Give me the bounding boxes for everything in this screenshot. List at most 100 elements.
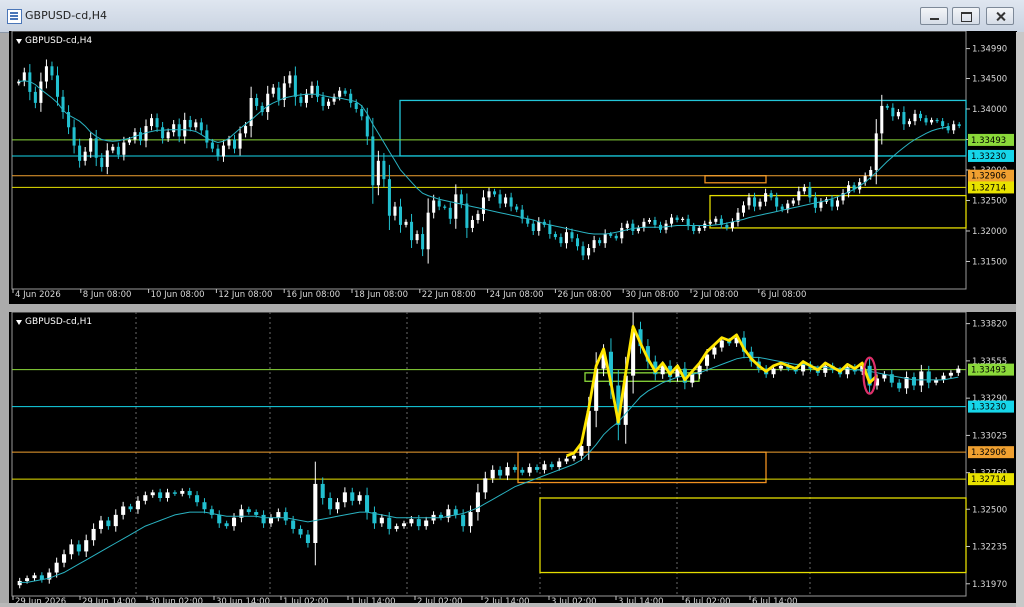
x-tick-label: 12 Jun 08:00 <box>218 290 272 300</box>
candle-body <box>188 119 192 128</box>
candle-body <box>127 139 131 143</box>
candle-body <box>98 520 104 529</box>
plot-frame <box>11 312 967 597</box>
candle-body <box>113 514 118 527</box>
candle-body <box>919 371 924 386</box>
candle-body <box>371 136 375 186</box>
candle-body <box>343 90 347 94</box>
candle-body <box>791 200 795 204</box>
candle-body <box>780 206 784 210</box>
orange-line-badge-label: 1.32906 <box>971 172 1006 182</box>
candle-body <box>227 139 231 146</box>
candle-body <box>631 223 635 231</box>
candle-body <box>459 194 463 204</box>
green-line-badge-label: 1.33493 <box>971 366 1006 376</box>
candle-body <box>398 206 403 225</box>
x-tick-label: 24 Jun 08:00 <box>490 290 544 300</box>
candle-body <box>891 107 895 117</box>
minimize-button[interactable] <box>920 7 948 25</box>
candle-body <box>542 464 547 470</box>
candle-body <box>549 464 554 468</box>
bottom-strip <box>0 603 1016 607</box>
candle-body <box>808 187 812 198</box>
candle-body <box>775 197 779 207</box>
moving-average-line <box>19 356 959 583</box>
candle-body <box>579 445 584 456</box>
candle-body <box>365 116 369 137</box>
candle-body <box>315 85 320 97</box>
candle-body <box>244 126 248 134</box>
candle-body <box>490 469 495 479</box>
maximize-button[interactable] <box>952 7 980 25</box>
candle-body <box>769 193 773 198</box>
orange-line-badge-label: 1.32906 <box>971 448 1006 458</box>
x-tick-label: 2 Jul 08:00 <box>693 290 739 300</box>
candle-body <box>349 93 353 103</box>
candle-body <box>122 142 126 155</box>
chart-menu-triangle-icon[interactable] <box>16 39 22 44</box>
candle-body <box>670 217 674 224</box>
candle-body <box>22 72 26 82</box>
candle-body <box>69 544 74 555</box>
candle-body <box>747 197 751 206</box>
y-tick-label: 1.34990 <box>972 45 1007 55</box>
candle-body <box>557 461 562 468</box>
candle-body <box>520 469 525 473</box>
candle-body <box>44 66 48 82</box>
close-button[interactable] <box>986 7 1014 25</box>
h4-chart-svg[interactable]: 1.349901.345001.340001.335001.330001.325… <box>9 31 1017 304</box>
candle-body <box>288 75 292 84</box>
candle-body <box>907 121 911 125</box>
candle-body <box>254 512 259 515</box>
candle-body <box>387 517 392 529</box>
candle-body <box>172 492 177 494</box>
candle-body <box>453 509 458 515</box>
candle-body <box>935 119 939 122</box>
candle-body <box>94 138 98 158</box>
x-tick-label: 18 Jun 08:00 <box>354 290 408 300</box>
candle-body <box>911 377 916 386</box>
candle-body <box>437 200 441 207</box>
candle-body <box>483 478 488 493</box>
candle-body <box>360 108 364 117</box>
x-tick-label: 10 Jun 08:00 <box>151 290 205 300</box>
x-tick-label: 6 Jul 08:00 <box>761 290 807 300</box>
candle-body <box>830 199 834 207</box>
x-tick-label: 22 Jun 08:00 <box>422 290 476 300</box>
candle-body <box>78 145 82 161</box>
chart-menu-triangle-icon[interactable] <box>16 320 22 325</box>
candle-body <box>448 207 452 219</box>
yellow-line-badge-label: 1.32714 <box>971 475 1006 485</box>
h4-chart-panel[interactable]: 1.349901.345001.340001.335001.330001.325… <box>9 31 1017 304</box>
candle-body <box>350 492 355 501</box>
orange-zone <box>704 175 767 184</box>
candle-body <box>758 201 762 207</box>
candle-body <box>957 124 961 127</box>
candle-body <box>926 371 931 383</box>
candle-body <box>470 220 474 228</box>
candle-body <box>592 240 596 249</box>
candle-body <box>33 91 37 103</box>
candle-body <box>505 467 510 476</box>
window-titlebar[interactable]: GBPUSD-cd,H4 <box>0 0 1024 33</box>
cyan-line-badge-label: 1.33230 <box>971 152 1006 162</box>
candle-body <box>548 224 552 235</box>
h1-chart-svg[interactable]: 1.338201.335551.332901.330251.327601.325… <box>9 312 1017 603</box>
candle-body <box>91 528 96 541</box>
candle-body <box>797 191 801 201</box>
candle-body <box>771 368 776 375</box>
candle-body <box>277 87 281 100</box>
candle-body <box>32 575 37 579</box>
candle-body <box>187 490 192 496</box>
candle-body <box>764 193 768 202</box>
candle-body <box>537 221 541 231</box>
x-tick-label: 16 Jun 08:00 <box>286 290 340 300</box>
x-tick-label: 30 Jun 08:00 <box>625 290 679 300</box>
candle-body <box>158 492 163 498</box>
candle-body <box>897 382 902 389</box>
candle-body <box>180 490 185 494</box>
yellow-line-badge-label: 1.32714 <box>971 183 1006 193</box>
candle-body <box>224 523 229 527</box>
h1-chart-panel[interactable]: 1.338201.335551.332901.330251.327601.325… <box>9 312 1017 603</box>
y-tick-label: 1.32500 <box>972 196 1007 206</box>
